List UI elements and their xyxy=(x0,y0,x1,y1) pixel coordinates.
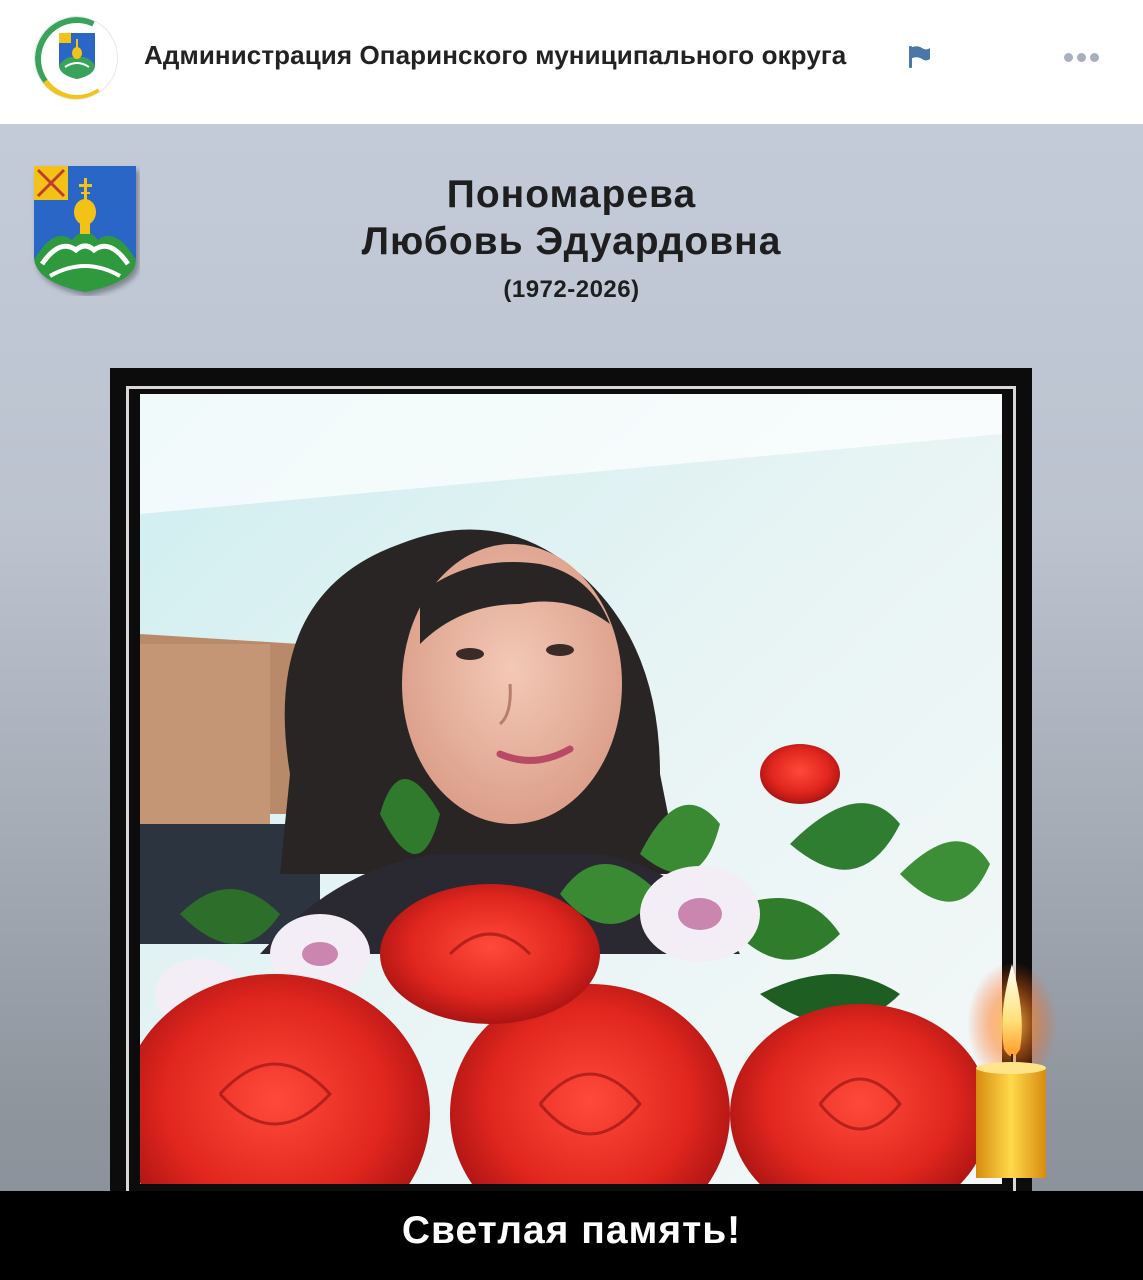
coat-of-arms-avatar-icon xyxy=(59,33,95,79)
flag-icon xyxy=(909,46,930,68)
first-name: Любовь Эдуардовна xyxy=(361,220,782,263)
group-avatar[interactable] xyxy=(34,16,118,100)
memorial-image: Пономарева Любовь Эдуардовна (1972-2026) xyxy=(0,124,1143,1280)
portrait-photo[interactable] xyxy=(140,394,1002,1184)
name-block: Пономарева Любовь Эдуардовна (1972-2026) xyxy=(0,172,1143,304)
more-horizontal-icon[interactable] xyxy=(1062,48,1102,68)
candle-icon xyxy=(967,962,1056,1178)
post-header: Администрация Опаринского муниципального… xyxy=(0,0,1143,124)
group-name[interactable]: Администрация Опаринского муниципального… xyxy=(144,40,846,71)
surname: Пономарева xyxy=(446,173,697,216)
life-years: (1972-2026) xyxy=(503,276,640,303)
